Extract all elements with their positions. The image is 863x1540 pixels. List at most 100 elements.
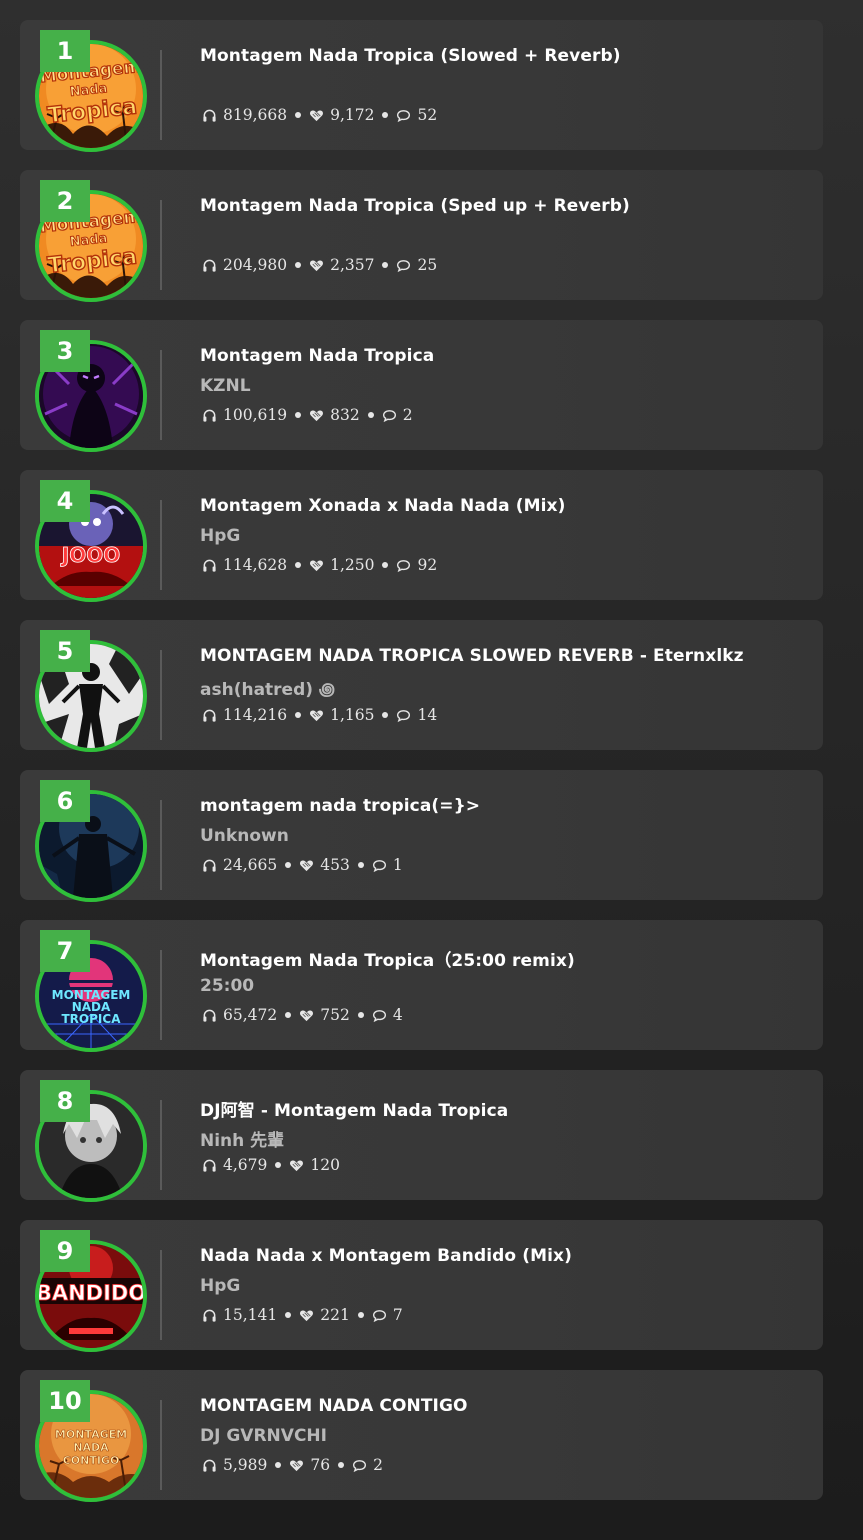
headphones-icon: [203, 1159, 216, 1172]
track-title[interactable]: Montagem Xonada x Nada Nada (Mix): [200, 496, 566, 516]
heart-icon: [310, 710, 324, 721]
rank-badge: 8: [40, 1080, 90, 1122]
svg-text:CONTIGO: CONTIGO: [63, 1454, 120, 1467]
comments-count: 7: [372, 1306, 403, 1324]
artist-name[interactable]: Ninh 先輩: [200, 1126, 284, 1151]
separator-dot: [338, 1462, 345, 1468]
divider: [160, 1100, 162, 1190]
track-stats: 204,980 2,357 25: [202, 256, 437, 274]
divider: [160, 800, 162, 890]
comment-icon: [397, 559, 411, 572]
artist-name[interactable]: KZNL: [200, 376, 251, 396]
track-title[interactable]: montagem nada tropica(=}>: [200, 796, 480, 816]
divider: [160, 650, 162, 740]
track-title[interactable]: Montagem Nada Tropica (Slowed + Reverb): [200, 46, 621, 66]
divider: [160, 50, 162, 140]
track-card-8[interactable]: 8 DJ阿智 - Montagem Nada Tropica Ninh 先輩 4…: [20, 1070, 823, 1202]
track-card-3[interactable]: 3 Montagem Nada Tropica KZNL 100,619 832 2: [20, 320, 823, 452]
comment-icon: [397, 109, 411, 122]
track-title[interactable]: DJ阿智 - Montagem Nada Tropica: [200, 1096, 508, 1121]
track-card-9[interactable]: BANDIDO 9 Nada Nada x Montagem Bandido (…: [20, 1220, 823, 1352]
track-title[interactable]: MONTAGEM NADA CONTIGO: [200, 1396, 468, 1416]
headphones-icon: [203, 709, 216, 722]
divider: [160, 1400, 162, 1490]
likes-count: 752: [299, 1006, 350, 1024]
track-stats: 5,989 76 2: [202, 1456, 383, 1474]
heart-icon: [290, 1160, 304, 1171]
heart-icon: [290, 1460, 304, 1471]
rank-badge: 2: [40, 180, 90, 222]
separator-dot: [382, 112, 389, 118]
separator-dot: [382, 712, 389, 718]
heart-icon: [310, 110, 324, 121]
track-title[interactable]: Montagem Nada Tropica (Sped up + Reverb): [200, 196, 630, 216]
track-title[interactable]: Montagem Nada Tropica: [200, 346, 434, 366]
track-list: Montagem Nada Tropica 1 Montagem Nada Tr…: [20, 20, 823, 1520]
likes-count: 453: [299, 856, 350, 874]
plays-count: 204,980: [202, 256, 287, 274]
rank-badge: 3: [40, 330, 90, 372]
artist-name[interactable]: Unknown: [200, 826, 289, 846]
likes-count: 9,172: [309, 106, 374, 124]
plays-count: 100,619: [202, 406, 287, 424]
svg-text:JOOO: JOOO: [60, 543, 120, 567]
svg-text:NADA: NADA: [73, 1441, 109, 1454]
track-card-4[interactable]: JOOO 4 Montagem Xonada x Nada Nada (Mix)…: [20, 470, 823, 602]
track-card-10[interactable]: MONTAGEM NADA CONTIGO 10 MONTAGEM NADA C…: [20, 1370, 823, 1502]
rank-badge: 9: [40, 1230, 90, 1272]
divider: [160, 200, 162, 290]
heart-icon: [300, 1310, 314, 1321]
track-stats: 4,679 120: [202, 1156, 340, 1174]
headphones-icon: [203, 1009, 216, 1022]
artist-name[interactable]: HpG: [200, 1276, 240, 1296]
rank-badge: 4: [40, 480, 90, 522]
comments-count: 1: [372, 856, 403, 874]
track-title[interactable]: MONTAGEM NADA TROPICA SLOWED REVERB - Et…: [200, 646, 744, 666]
comments-count: 25: [396, 256, 437, 274]
separator-dot: [295, 562, 302, 568]
track-card-2[interactable]: Montagem Nada Tropica 2 Montagem Nada Tr…: [20, 170, 823, 302]
svg-text:BANDIDO: BANDIDO: [39, 1281, 143, 1305]
comments-count: 92: [396, 556, 437, 574]
separator-dot: [382, 262, 389, 268]
divider: [160, 1250, 162, 1340]
heart-icon: [310, 410, 324, 421]
separator-dot: [285, 1312, 292, 1318]
track-stats: 15,141 221 7: [202, 1306, 403, 1324]
heart-icon: [310, 560, 324, 571]
separator-dot: [275, 1462, 282, 1468]
artist-name[interactable]: ash(hatred) ꩜: [200, 676, 335, 701]
comment-icon: [372, 1309, 386, 1322]
comment-icon: [397, 709, 411, 722]
plays-count: 65,472: [202, 1006, 277, 1024]
track-card-6[interactable]: 6 montagem nada tropica(=}> Unknown 24,6…: [20, 770, 823, 902]
likes-count: 1,165: [309, 706, 374, 724]
headphones-icon: [203, 1309, 216, 1322]
separator-dot: [382, 562, 389, 568]
divider: [160, 950, 162, 1040]
likes-count: 2,357: [309, 256, 374, 274]
track-title[interactable]: Nada Nada x Montagem Bandido (Mix): [200, 1246, 572, 1266]
artist-name[interactable]: HpG: [200, 526, 240, 546]
comments-count: 2: [352, 1456, 383, 1474]
separator-dot: [367, 412, 374, 418]
rank-badge: 5: [40, 630, 90, 672]
rank-badge: 1: [40, 30, 90, 72]
rank-badge: 10: [40, 1380, 90, 1422]
track-card-1[interactable]: Montagem Nada Tropica 1 Montagem Nada Tr…: [20, 20, 823, 152]
artist-name[interactable]: DJ GVRNVCHI: [200, 1426, 327, 1446]
plays-count: 4,679: [202, 1156, 267, 1174]
artist-name[interactable]: 25:00: [200, 976, 254, 996]
plays-count: 5,989: [202, 1456, 267, 1474]
track-card-7[interactable]: MONTAGEM NADA TROPICA 7 Montagem Nada Tr…: [20, 920, 823, 1052]
separator-dot: [295, 412, 302, 418]
likes-count: 832: [309, 406, 360, 424]
comment-icon: [372, 1009, 386, 1022]
separator-dot: [275, 1162, 282, 1168]
separator-dot: [295, 262, 302, 268]
track-card-5[interactable]: 5 MONTAGEM NADA TROPICA SLOWED REVERB - …: [20, 620, 823, 752]
track-title[interactable]: Montagem Nada Tropica（25:00 remix): [200, 946, 575, 971]
plays-count: 24,665: [202, 856, 277, 874]
likes-count: 221: [299, 1306, 350, 1324]
svg-text:TROPICA: TROPICA: [62, 1012, 122, 1026]
